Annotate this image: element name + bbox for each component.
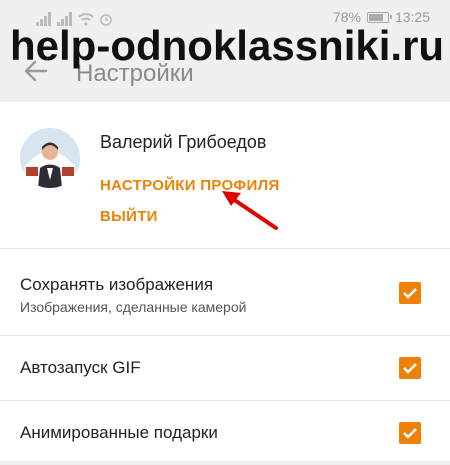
save-images-checkbox[interactable] bbox=[399, 282, 421, 304]
animated-gifts-checkbox[interactable] bbox=[399, 422, 421, 444]
avatar[interactable] bbox=[20, 128, 80, 188]
logout-link[interactable]: ВЫЙТИ bbox=[100, 208, 158, 225]
checkmark-icon bbox=[403, 363, 417, 374]
checkmark-icon bbox=[403, 428, 417, 439]
setting-subtitle: Изображения, сделанные камерой bbox=[20, 299, 247, 315]
profile-section: Валерий Грибоедов НАСТРОЙКИ ПРОФИЛЯ ВЫЙТ… bbox=[0, 102, 450, 249]
setting-row-save-images[interactable]: Сохранять изображения Изображения, сдела… bbox=[0, 249, 450, 336]
checkmark-icon bbox=[403, 288, 417, 299]
setting-title: Сохранять изображения bbox=[20, 275, 214, 294]
settings-content: Валерий Грибоедов НАСТРОЙКИ ПРОФИЛЯ ВЫЙТ… bbox=[0, 102, 450, 461]
annotation-arrow-icon bbox=[222, 191, 278, 230]
setting-title: Анимированные подарки bbox=[20, 423, 218, 442]
watermark: help-odnoklassniki.ru bbox=[10, 22, 445, 69]
setting-row-animated-gifts[interactable]: Анимированные подарки bbox=[0, 401, 450, 465]
user-name: Валерий Грибоедов bbox=[100, 132, 267, 152]
battery-icon bbox=[366, 11, 392, 23]
setting-title: Автозапуск GIF bbox=[20, 358, 141, 377]
autoplay-gif-checkbox[interactable] bbox=[399, 357, 421, 379]
avatar-image bbox=[20, 128, 80, 188]
setting-row-autoplay-gif[interactable]: Автозапуск GIF bbox=[0, 336, 450, 401]
